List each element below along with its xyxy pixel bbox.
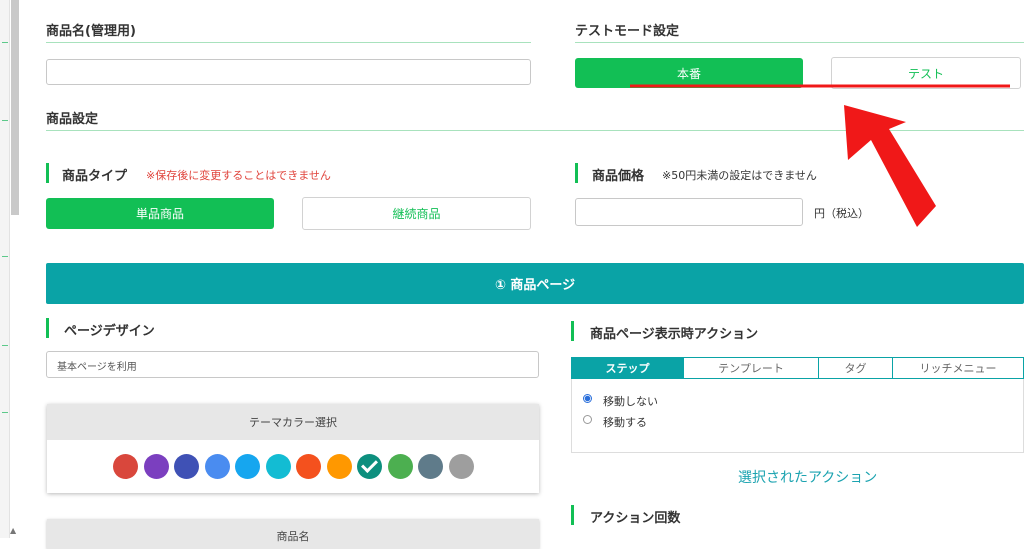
gutter-marker xyxy=(2,42,8,43)
product-price-input[interactable] xyxy=(575,198,803,226)
option-no-move-label: 移動しない xyxy=(603,395,658,408)
selected-action-link[interactable]: 選択されたアクション xyxy=(738,467,877,487)
radio-no-move[interactable] xyxy=(583,394,592,403)
color-swatch[interactable] xyxy=(326,454,352,479)
color-swatch[interactable] xyxy=(296,454,321,479)
divider xyxy=(575,42,1024,43)
color-swatch[interactable] xyxy=(204,454,230,479)
color-swatch[interactable] xyxy=(265,454,291,479)
color-swatch[interactable] xyxy=(143,454,169,479)
page-action-label: 商品ページ表示時アクション xyxy=(590,327,759,342)
color-swatch[interactable] xyxy=(113,454,138,479)
tab-template[interactable]: テンプレート xyxy=(683,357,819,379)
single-product-button[interactable]: 単品商品 xyxy=(46,198,274,229)
product-name-input[interactable] xyxy=(46,59,531,85)
color-swatch[interactable] xyxy=(418,454,443,479)
color-swatch[interactable] xyxy=(235,454,260,479)
product-type-label: 商品タイプ xyxy=(62,169,128,184)
page-design-label: ページデザイン xyxy=(64,324,155,339)
product-page-banner: ① 商品ページ xyxy=(46,263,1024,304)
product-settings-label: 商品設定 xyxy=(46,112,99,127)
section-marker xyxy=(46,318,49,338)
scroll-down-icon[interactable]: ▲ xyxy=(10,526,16,535)
gutter-marker xyxy=(2,120,8,121)
gutter-marker xyxy=(2,256,8,257)
product-name-label: 商品名(管理用) xyxy=(46,24,136,39)
gutter-marker xyxy=(2,412,8,413)
recurring-product-button[interactable]: 継続商品 xyxy=(302,197,531,230)
divider xyxy=(46,42,531,43)
check-icon xyxy=(361,456,378,473)
theme-color-title: テーマカラー選択 xyxy=(47,404,539,440)
color-swatch[interactable] xyxy=(174,454,199,479)
tab-tag[interactable]: タグ xyxy=(818,357,893,379)
product-price-note: ※50円未満の設定はできません xyxy=(662,169,817,182)
left-gutter xyxy=(0,0,10,538)
section-marker xyxy=(575,163,578,183)
test-mode-label: テストモード設定 xyxy=(575,24,680,39)
gutter-marker xyxy=(2,345,8,346)
color-swatch[interactable] xyxy=(357,454,382,479)
radio-move[interactable] xyxy=(583,415,592,424)
tab-rich-menu[interactable]: リッチメニュー xyxy=(892,357,1024,379)
color-swatch[interactable] xyxy=(448,454,474,479)
tab-step[interactable]: ステップ xyxy=(571,357,684,379)
page-design-select[interactable]: 基本ページを利用 xyxy=(46,351,539,378)
action-count-label: アクション回数 xyxy=(590,511,681,526)
test-mode-button[interactable]: テスト xyxy=(831,57,1021,89)
section-marker xyxy=(571,505,574,525)
scrollbar-thumb[interactable] xyxy=(11,0,19,215)
product-name-section-header: 商品名 xyxy=(47,519,539,549)
theme-color-swatches xyxy=(113,454,474,480)
section-marker xyxy=(571,321,574,341)
color-swatch[interactable] xyxy=(387,454,413,479)
production-mode-button[interactable]: 本番 xyxy=(575,58,803,88)
price-unit-label: 円（税込） xyxy=(814,207,869,220)
product-type-note: ※保存後に変更することはできません xyxy=(146,169,331,182)
section-marker xyxy=(46,163,49,183)
option-move-label: 移動する xyxy=(603,416,647,429)
divider xyxy=(46,130,1024,131)
product-price-label: 商品価格 xyxy=(592,169,645,184)
